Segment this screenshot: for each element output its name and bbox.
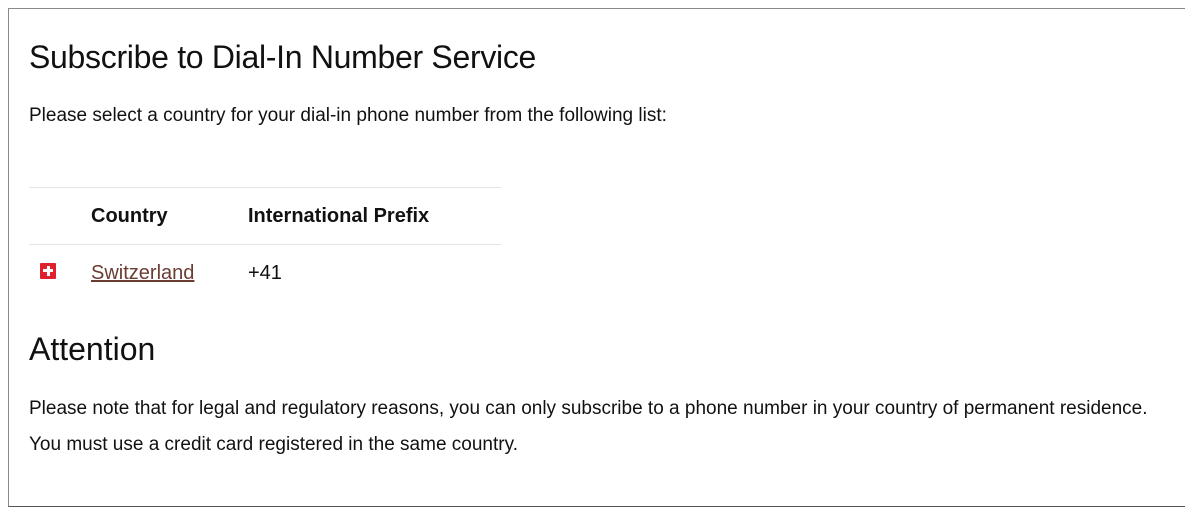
flag-cell [29,245,91,302]
country-link-switzerland[interactable]: Switzerland [91,262,194,284]
attention-text: Please note that for legal and regulator… [29,398,1148,455]
intro-text: Please select a country for your dial-in… [29,105,667,126]
attention-heading: Attention [29,331,156,367]
page-frame: Subscribe to Dial-In Number Service Plea… [8,8,1185,507]
prefix-column-header: International Prefix [248,187,501,245]
table-header-row: Country International Prefix [29,187,501,245]
country-column-header: Country [91,187,248,245]
flag-column-header [29,187,91,245]
country-cell: Switzerland [91,245,248,302]
table-row: Switzerland +41 [29,245,501,302]
country-table: Country International Prefix Switzerland… [29,187,501,301]
page-title: Subscribe to Dial-In Number Service [29,39,537,75]
prefix-cell: +41 [248,261,282,284]
swiss-flag-icon [40,262,56,279]
